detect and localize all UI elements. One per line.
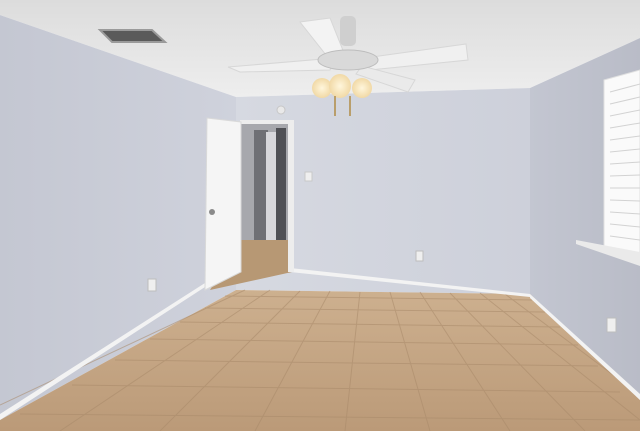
- door-knob[interactable]: [209, 209, 215, 215]
- room-photo: [0, 0, 640, 431]
- light-bulb-center: [329, 74, 351, 98]
- smoke-detector: [276, 105, 286, 115]
- outlet-right: [606, 317, 617, 333]
- air-vent: [97, 29, 168, 43]
- light-bulb-right: [352, 78, 372, 98]
- open-door[interactable]: [204, 117, 242, 291]
- light-bulb-left: [312, 78, 332, 98]
- outlet-left: [147, 278, 157, 292]
- outlet-back: [415, 250, 424, 262]
- room-illustration: [0, 0, 640, 431]
- light-switch[interactable]: [304, 171, 313, 182]
